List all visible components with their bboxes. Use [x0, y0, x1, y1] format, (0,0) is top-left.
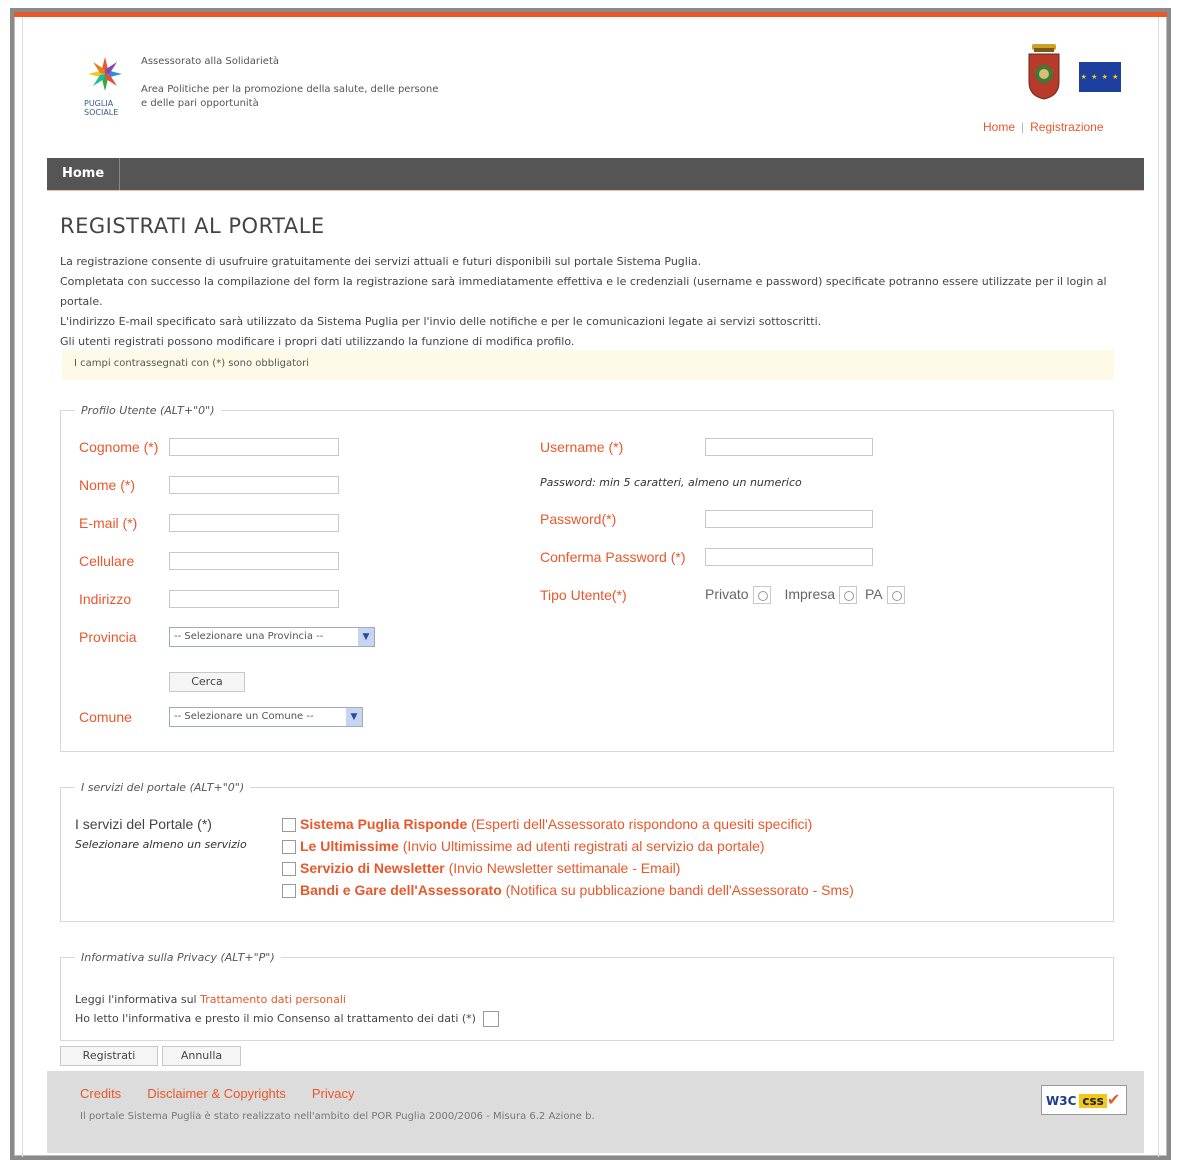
- nome-label: Nome (*): [79, 477, 136, 493]
- service-item: Servizio di Newsletter (Invio Newsletter…: [282, 860, 681, 877]
- radio-privato-label: Privato: [705, 586, 749, 602]
- privacy-consent-label: Ho letto l'informativa e presto il mio C…: [75, 1012, 476, 1025]
- indirizzo-input[interactable]: [169, 590, 339, 608]
- profile-fieldset: Profilo Utente (ALT+"0"): [60, 404, 1114, 752]
- conferma-password-input[interactable]: [705, 548, 873, 566]
- footer-note: Il portale Sistema Puglia è stato realiz…: [80, 1111, 595, 1122]
- provincia-select-value: -- Selezionare una Provincia --: [174, 631, 324, 642]
- svg-text:PUGLIA: PUGLIA: [84, 99, 114, 108]
- register-button[interactable]: Registrati: [60, 1046, 158, 1066]
- css-badge-text: css: [1079, 1094, 1107, 1108]
- intro-text: La registrazione consente di usufruire g…: [60, 252, 1120, 352]
- radio-privato[interactable]: [752, 586, 771, 605]
- cognome-input[interactable]: [169, 438, 339, 456]
- top-link-home[interactable]: Home: [983, 120, 1015, 134]
- services-label: I servizi del Portale (*): [75, 816, 212, 832]
- cerca-button[interactable]: Cerca: [169, 672, 245, 692]
- password-input[interactable]: [705, 510, 873, 528]
- footer-links: Credits Disclaimer & Copyrights Privacy: [80, 1086, 381, 1101]
- service-name: Le Ultimissime: [300, 838, 399, 854]
- provincia-select[interactable]: -- Selezionare una Provincia -- ▼: [169, 627, 375, 647]
- indirizzo-label: Indirizzo: [79, 591, 132, 607]
- intro-line-3: L'indirizzo E-mail specificato sarà util…: [60, 315, 822, 328]
- puglia-sociale-logo[interactable]: PUGLIA SOCIALE: [82, 54, 128, 118]
- tipo-utente-label: Tipo Utente(*): [540, 587, 627, 603]
- service-checkbox-ultimissime[interactable]: [282, 840, 296, 855]
- top-link-registrazione[interactable]: Registrazione: [1030, 120, 1103, 134]
- nav-home[interactable]: Home: [47, 158, 121, 190]
- checkmark-icon: ✔: [1106, 1090, 1121, 1109]
- cognome-label: Cognome (*): [79, 439, 159, 455]
- nav-divider: [47, 190, 1144, 191]
- top-links: Home | Registrazione: [983, 120, 1104, 134]
- service-name: Servizio di Newsletter: [300, 860, 445, 876]
- service-item: Bandi e Gare dell'Assessorato (Notifica …: [282, 882, 854, 899]
- services-legend: I servizi del portale (ALT+"0"): [81, 781, 245, 794]
- w3c-badge-text: W3C: [1046, 1094, 1077, 1108]
- comune-select-value: -- Selezionare un Comune --: [174, 711, 314, 722]
- footer: Credits Disclaimer & Copyrights Privacy Il…: [47, 1071, 1144, 1153]
- service-name: Sistema Puglia Risponde: [300, 816, 468, 832]
- service-name: Bandi e Gare dell'Assessorato: [300, 882, 502, 898]
- service-desc: (Invio Ultimissime ad utenti registrati …: [402, 838, 765, 854]
- radio-impresa[interactable]: [839, 586, 858, 605]
- comune-select[interactable]: -- Selezionare un Comune -- ▼: [169, 707, 363, 727]
- org-area: Area Politiche per la promozione della s…: [141, 84, 439, 109]
- privacy-link[interactable]: Trattamento dati personali: [200, 993, 346, 1006]
- intro-line-2: Completata con successo la compilazione …: [60, 275, 1107, 308]
- nome-input[interactable]: [169, 476, 339, 494]
- cancel-button[interactable]: Annulla: [162, 1046, 241, 1066]
- footer-link-privacy[interactable]: Privacy: [312, 1086, 355, 1101]
- service-checkbox-bandi[interactable]: [282, 884, 296, 899]
- radio-pa[interactable]: [886, 586, 905, 605]
- username-label: Username (*): [540, 439, 624, 455]
- conferma-password-label: Conferma Password (*): [540, 549, 686, 565]
- profile-legend: Profilo Utente (ALT+"0"): [81, 404, 215, 417]
- email-label: E-mail (*): [79, 515, 138, 531]
- w3c-css-badge[interactable]: W3C css ✔: [1041, 1085, 1127, 1115]
- regione-puglia-emblem-icon: [1026, 44, 1062, 104]
- radio-pa-label: PA: [864, 586, 883, 602]
- email-input[interactable]: [169, 514, 339, 532]
- privacy-consent: Ho letto l'informativa e presto il mio C…: [75, 1011, 503, 1027]
- services-hint: Selezionare almeno un servizio: [75, 838, 247, 851]
- privacy-legend: Informativa sulla Privacy (ALT+"P"): [81, 951, 275, 964]
- page-title: REGISTRATI AL PORTALE: [60, 214, 325, 238]
- service-item: Le Ultimissime (Invio Ultimissime ad ute…: [282, 838, 765, 855]
- provincia-label: Provincia: [79, 629, 137, 645]
- password-hint: Password: min 5 caratteri, almeno un num…: [540, 476, 802, 489]
- chevron-down-icon: ▼: [358, 628, 374, 646]
- intro-line-4: Gli utenti registrati possono modificare…: [60, 335, 575, 348]
- org-name: Assessorato alla Solidarietà: [141, 56, 279, 67]
- service-desc: (Esperti dell'Assessorato rispondono a q…: [471, 816, 813, 832]
- svg-text:SOCIALE: SOCIALE: [84, 108, 118, 117]
- service-checkbox-newsletter[interactable]: [282, 862, 296, 877]
- cellulare-input[interactable]: [169, 552, 339, 570]
- footer-link-disclaimer[interactable]: Disclaimer & Copyrights: [147, 1086, 286, 1101]
- required-note: I campi contrassegnati con (*) sono obbl…: [62, 350, 1114, 380]
- main-navbar: Home: [47, 158, 1144, 190]
- eu-flag-icon: ★ ★ ★ ★: [1079, 62, 1121, 92]
- footer-link-credits[interactable]: Credits: [80, 1086, 121, 1101]
- privacy-read: Leggi l'informativa sul Trattamento dati…: [75, 993, 346, 1006]
- service-desc: (Notifica su pubblicazione bandi dell'As…: [505, 882, 854, 898]
- intro-line-1: La registrazione consente di usufruire g…: [60, 255, 702, 268]
- cellulare-label: Cellulare: [79, 553, 135, 569]
- radio-impresa-label: Impresa: [784, 586, 836, 602]
- service-item: Sistema Puglia Risponde (Esperti dell'As…: [282, 816, 813, 833]
- service-desc: (Invio Newsletter settimanale - Email): [448, 860, 681, 876]
- tipo-utente-group: Privato Impresa PA: [705, 586, 909, 605]
- username-input[interactable]: [705, 438, 873, 456]
- privacy-read-prefix: Leggi l'informativa sul: [75, 993, 197, 1006]
- chevron-down-icon: ▼: [346, 708, 362, 726]
- privacy-consent-checkbox[interactable]: [483, 1011, 500, 1027]
- comune-label: Comune: [79, 709, 132, 725]
- service-checkbox-risponde[interactable]: [282, 818, 296, 833]
- password-label: Password(*): [540, 511, 617, 527]
